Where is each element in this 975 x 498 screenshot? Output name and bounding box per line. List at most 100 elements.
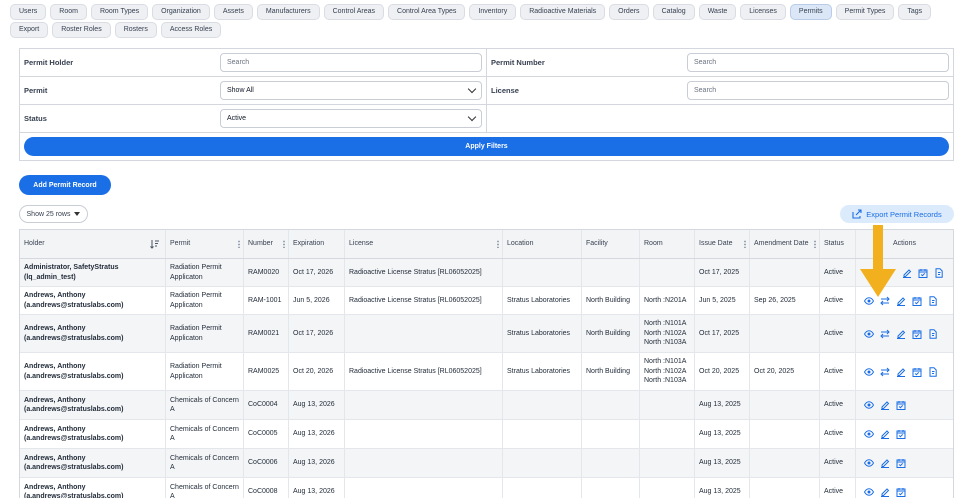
cell-facility xyxy=(582,478,640,498)
rows-per-page-select[interactable]: Show 25 rows xyxy=(19,205,88,223)
tab-permit-types[interactable]: Permit Types xyxy=(835,4,895,20)
eye-icon[interactable] xyxy=(864,429,874,439)
edit-icon[interactable] xyxy=(880,400,890,410)
tab-room[interactable]: Room xyxy=(50,4,87,20)
tab-control-areas[interactable]: Control Areas xyxy=(323,4,385,20)
tab-assets[interactable]: Assets xyxy=(213,4,253,20)
tab-users[interactable]: Users xyxy=(10,4,47,20)
export-permit-records-button[interactable]: Export Permit Records xyxy=(840,205,954,223)
tab-waste[interactable]: Waste xyxy=(698,4,737,20)
cell-amendment-date xyxy=(750,259,820,286)
column-header-location[interactable]: Location xyxy=(503,230,582,258)
tab-radioactive-materials[interactable]: Radioactive Materials xyxy=(520,4,606,20)
column-header-room[interactable]: Room xyxy=(640,230,695,258)
calendar-icon[interactable] xyxy=(896,458,906,468)
column-header-amendment-date[interactable]: Amendment Date xyxy=(750,230,820,258)
column-header-holder[interactable]: Holder xyxy=(20,230,166,258)
cell-amendment-date xyxy=(750,449,820,477)
document-icon[interactable] xyxy=(928,328,938,339)
tab-orders[interactable]: Orders xyxy=(609,4,649,20)
table-row: Andrews, Anthony (a.andrews@stratuslabs.… xyxy=(20,391,953,420)
cell-holder: Andrews, Anthony (a.andrews@stratuslabs.… xyxy=(20,478,166,498)
license-input[interactable]: Search xyxy=(687,81,949,100)
cell-number: CoC0005 xyxy=(244,420,289,448)
tab-licenses[interactable]: Licenses xyxy=(740,4,786,20)
tab-export[interactable]: Export xyxy=(10,22,49,38)
tab-access-roles[interactable]: Access Roles xyxy=(160,22,222,38)
document-icon[interactable] xyxy=(934,267,944,278)
tab-organization[interactable]: Organization xyxy=(152,4,210,20)
cell-amendment-date xyxy=(750,478,820,498)
calendar-icon[interactable] xyxy=(912,367,922,377)
edit-icon[interactable] xyxy=(880,429,890,439)
column-menu-icon[interactable] xyxy=(814,240,816,248)
permit-holder-input[interactable]: Search xyxy=(220,53,482,72)
column-header-number[interactable]: Number xyxy=(244,230,289,258)
cell-room: North :N201A xyxy=(640,287,695,314)
tab-control-area-types[interactable]: Control Area Types xyxy=(388,4,466,20)
eye-icon[interactable] xyxy=(864,400,874,410)
eye-icon[interactable] xyxy=(864,487,874,497)
tab-manufacturers[interactable]: Manufacturers xyxy=(256,4,320,20)
permit-number-input[interactable]: Search xyxy=(687,53,949,72)
cell-expiration: Oct 17, 2026 xyxy=(289,259,345,286)
tab-catalog[interactable]: Catalog xyxy=(652,4,695,20)
calendar-icon[interactable] xyxy=(912,296,922,306)
cell-location xyxy=(503,420,582,448)
permit-number-label: Permit Number xyxy=(491,58,545,67)
cell-issue-date: Aug 13, 2025 xyxy=(695,478,750,498)
document-icon[interactable] xyxy=(928,295,938,306)
cell-number: RAM-1001 xyxy=(244,287,289,314)
column-menu-icon[interactable] xyxy=(744,240,746,248)
column-header-license[interactable]: License xyxy=(345,230,503,258)
calendar-icon[interactable] xyxy=(896,429,906,439)
eye-icon[interactable] xyxy=(864,329,874,339)
edit-icon[interactable] xyxy=(902,268,912,278)
column-menu-icon[interactable] xyxy=(238,240,240,248)
sort-icon[interactable] xyxy=(150,239,160,249)
transfer-icon[interactable] xyxy=(880,329,890,339)
transfer-icon[interactable] xyxy=(880,367,890,377)
cell-holder: Andrews, Anthony (a.andrews@stratuslabs.… xyxy=(20,353,166,390)
tab-roster-roles[interactable]: Roster Roles xyxy=(52,22,111,38)
cell-license xyxy=(345,478,503,498)
column-menu-icon[interactable] xyxy=(283,240,285,248)
column-header-facility[interactable]: Facility xyxy=(582,230,640,258)
edit-icon[interactable] xyxy=(880,458,890,468)
calendar-icon[interactable] xyxy=(912,329,922,339)
edit-icon[interactable] xyxy=(896,329,906,339)
permits-table: Holder Permit Number Expiration License … xyxy=(19,229,954,498)
status-select[interactable]: Active xyxy=(220,109,482,128)
column-header-permit[interactable]: Permit xyxy=(166,230,244,258)
column-menu-icon[interactable] xyxy=(497,240,499,248)
calendar-icon[interactable] xyxy=(918,268,928,278)
calendar-icon[interactable] xyxy=(896,487,906,497)
permit-select[interactable]: Show All xyxy=(220,81,482,100)
cell-room xyxy=(640,391,695,419)
tab-tags[interactable]: Tags xyxy=(898,4,932,20)
cell-permit: Radiation Permit Applicaton xyxy=(166,259,244,286)
document-icon[interactable] xyxy=(928,366,938,377)
cell-number: RAM0025 xyxy=(244,353,289,390)
caret-down-icon xyxy=(74,212,81,216)
cell-location: Stratus Laboratories xyxy=(503,353,582,390)
eye-icon[interactable] xyxy=(864,458,874,468)
tab-rosters[interactable]: Rosters xyxy=(114,22,157,38)
tab-permits[interactable]: Permits xyxy=(789,4,832,20)
column-header-issue-date[interactable]: Issue Date xyxy=(695,230,750,258)
column-header-status[interactable]: Status xyxy=(820,230,856,258)
eye-icon[interactable] xyxy=(864,367,874,377)
apply-filters-button[interactable]: Apply Filters xyxy=(24,137,949,156)
calendar-icon[interactable] xyxy=(896,400,906,410)
cell-license xyxy=(345,449,503,477)
edit-icon[interactable] xyxy=(896,367,906,377)
column-header-expiration[interactable]: Expiration xyxy=(289,230,345,258)
tab-room-types[interactable]: Room Types xyxy=(90,4,149,20)
cell-location xyxy=(503,449,582,477)
cell-amendment-date xyxy=(750,315,820,352)
add-permit-record-button[interactable]: Add Permit Record xyxy=(19,175,111,195)
permit-holder-label: Permit Holder xyxy=(24,58,74,67)
cell-holder: Andrews, Anthony (a.andrews@stratuslabs.… xyxy=(20,391,166,419)
tab-inventory[interactable]: Inventory xyxy=(469,4,517,20)
edit-icon[interactable] xyxy=(880,487,890,497)
